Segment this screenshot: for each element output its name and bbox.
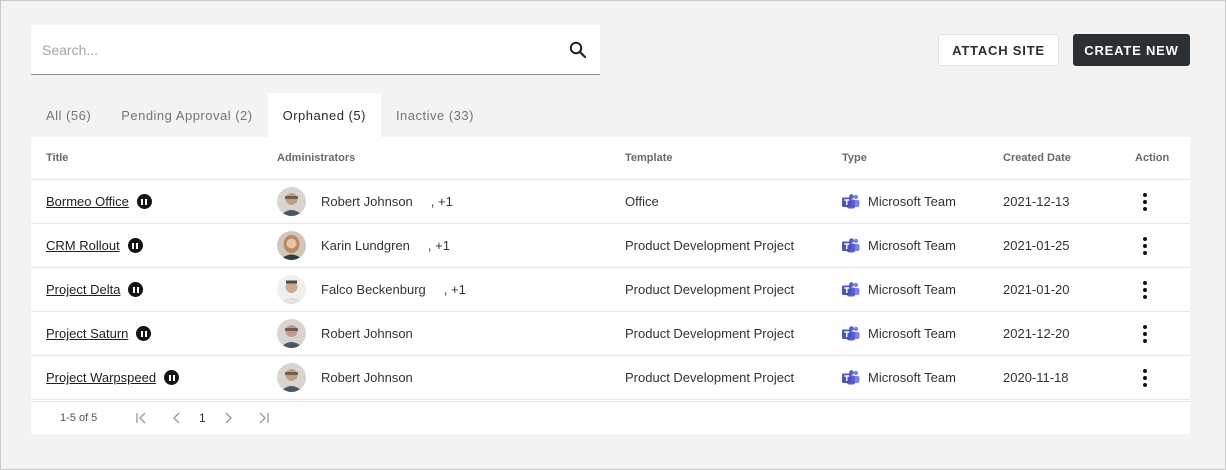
action-cell [1135, 312, 1155, 355]
tab-orphaned[interactable]: Orphaned (5) [267, 93, 381, 137]
paused-icon [128, 282, 144, 297]
administrators-cell: Robert Johnson , +1 [277, 180, 453, 223]
more-actions-icon[interactable] [1135, 280, 1155, 300]
search-input[interactable] [31, 25, 568, 74]
action-cell [1135, 180, 1155, 223]
administrator-more[interactable]: , +1 [428, 238, 450, 253]
create-new-button[interactable]: CREATE NEW [1073, 34, 1190, 66]
search-box [31, 25, 600, 75]
created-date-cell: 2021-01-25 [1003, 238, 1070, 253]
sites-table: Title Administrators Template Type Creat… [31, 137, 1190, 434]
created-date-cell: 2021-01-20 [1003, 282, 1070, 297]
type-cell: Microsoft Team [842, 268, 956, 311]
administrators-cell: Karin Lundgren , +1 [277, 224, 450, 267]
administrators-cell: Robert Johnson [277, 312, 413, 355]
more-actions-icon[interactable] [1135, 324, 1155, 344]
created-date-cell: 2020-11-18 [1003, 370, 1069, 385]
site-title-link[interactable]: Bormeo Office [46, 194, 129, 209]
microsoft-teams-icon [842, 369, 860, 384]
tab-inactive[interactable]: Inactive (33) [381, 93, 489, 137]
title-cell: Project Delta [46, 268, 144, 311]
type-label: Microsoft Team [868, 370, 956, 385]
avatar [277, 363, 306, 392]
pagination: 1-5 of 5 1 [31, 401, 1190, 434]
type-label: Microsoft Team [868, 326, 956, 341]
search-icon[interactable] [568, 40, 588, 60]
microsoft-teams-icon [842, 281, 860, 296]
administrator-name: Robert Johnson [321, 370, 413, 385]
title-cell: Bormeo Office [46, 180, 152, 223]
action-cell [1135, 356, 1155, 399]
administrators-cell: Robert Johnson [277, 356, 413, 399]
next-page-icon[interactable] [220, 410, 236, 426]
table-row: Bormeo Office Robert Johnson , +1 Office… [31, 180, 1190, 224]
column-header-created-date[interactable]: Created Date [1003, 137, 1071, 179]
more-actions-icon[interactable] [1135, 192, 1155, 212]
table-row: Project Saturn Robert Johnson Product De… [31, 312, 1190, 356]
template-cell: Office [625, 194, 659, 209]
administrator-more[interactable]: , +1 [431, 194, 453, 209]
site-title-link[interactable]: Project Saturn [46, 326, 128, 341]
type-label: Microsoft Team [868, 282, 956, 297]
more-actions-icon[interactable] [1135, 368, 1155, 388]
action-cell [1135, 224, 1155, 267]
site-title-link[interactable]: CRM Rollout [46, 238, 120, 253]
action-cell [1135, 268, 1155, 311]
administrators-cell: Falco Beckenburg , +1 [277, 268, 466, 311]
site-title-link[interactable]: Project Warpspeed [46, 370, 156, 385]
administrator-name: Falco Beckenburg [321, 282, 426, 297]
avatar [277, 275, 306, 304]
column-header-action: Action [1135, 152, 1170, 164]
template-cell: Product Development Project [625, 282, 795, 297]
attach-site-button[interactable]: ATTACH SITE [938, 34, 1059, 66]
site-title-link[interactable]: Project Delta [46, 282, 120, 297]
type-label: Microsoft Team [868, 194, 956, 209]
paused-icon [136, 194, 152, 209]
administrator-more[interactable]: , +1 [444, 282, 466, 297]
table-row: CRM Rollout Karin Lundgren , +1 Product … [31, 224, 1190, 268]
template-cell: Product Development Project [625, 238, 795, 253]
tab-pending-approval[interactable]: Pending Approval (2) [106, 93, 267, 137]
type-cell: Microsoft Team [842, 180, 956, 223]
title-cell: CRM Rollout [46, 224, 143, 267]
created-date-cell: 2021-12-20 [1003, 326, 1070, 341]
microsoft-teams-icon [842, 237, 860, 252]
administrator-name: Karin Lundgren [321, 238, 410, 253]
current-page[interactable]: 1 [199, 411, 206, 425]
table-row: Project Warpspeed Robert Johnson Product… [31, 356, 1190, 400]
title-cell: Project Warpspeed [46, 356, 180, 399]
administrator-name: Robert Johnson [321, 326, 413, 341]
avatar [277, 187, 306, 216]
paused-icon [164, 370, 180, 385]
paused-icon [127, 238, 143, 253]
page-range: 1-5 of 5 [60, 412, 98, 424]
table-header: Title Administrators Template Type Creat… [31, 137, 1190, 180]
paused-icon [136, 326, 152, 341]
type-cell: Microsoft Team [842, 312, 956, 355]
microsoft-teams-icon [842, 325, 860, 340]
tab-bar: All (56) Pending Approval (2) Orphaned (… [31, 93, 489, 137]
first-page-icon[interactable] [134, 410, 150, 426]
type-cell: Microsoft Team [842, 224, 956, 267]
table-row: Project Delta Falco Beckenburg , +1 Prod… [31, 268, 1190, 312]
title-cell: Project Saturn [46, 312, 152, 355]
column-header-type[interactable]: Type [842, 137, 867, 179]
administrator-name: Robert Johnson [321, 194, 413, 209]
column-header-administrators[interactable]: Administrators [277, 137, 355, 179]
more-actions-icon[interactable] [1135, 236, 1155, 256]
last-page-icon[interactable] [255, 410, 271, 426]
type-label: Microsoft Team [868, 238, 956, 253]
previous-page-icon[interactable] [169, 410, 185, 426]
column-header-title[interactable]: Title [46, 137, 68, 179]
type-cell: Microsoft Team [842, 356, 956, 399]
template-cell: Product Development Project [625, 370, 795, 385]
avatar [277, 231, 306, 260]
tab-all[interactable]: All (56) [31, 93, 106, 137]
column-header-template[interactable]: Template [625, 137, 672, 179]
template-cell: Product Development Project [625, 326, 795, 341]
created-date-cell: 2021-12-13 [1003, 194, 1070, 209]
microsoft-teams-icon [842, 193, 860, 208]
avatar [277, 319, 306, 348]
